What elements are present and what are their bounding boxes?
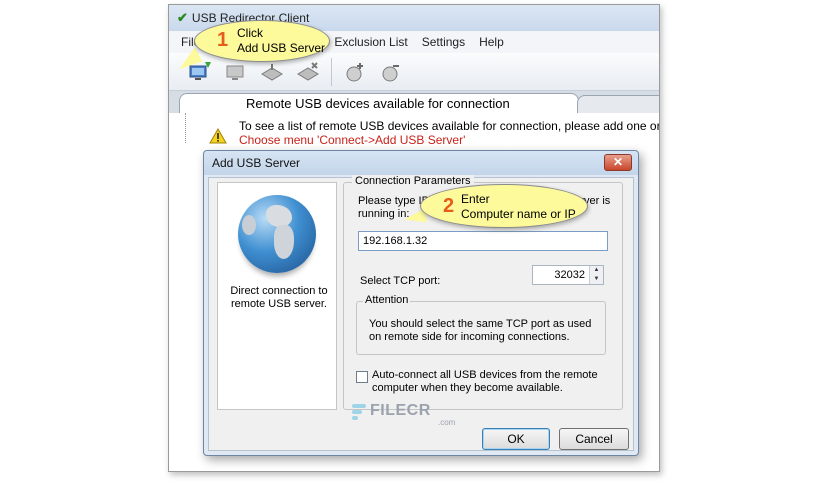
toolbar-separator <box>331 57 332 86</box>
disconnect-icon[interactable] <box>291 56 325 88</box>
step-number: 2 <box>443 195 455 217</box>
tcp-port-value: 32032 <box>554 269 585 281</box>
spin-up-icon[interactable]: ▲ <box>590 266 603 275</box>
checkmark-icon: ✔ <box>177 10 188 25</box>
autoconnect-label[interactable]: Auto-connect all USB devices from the re… <box>372 369 608 395</box>
close-button[interactable]: ✕ <box>604 154 632 171</box>
filecr-watermark: FILECR .com <box>352 402 462 427</box>
tcp-port-stepper[interactable]: 32032 ▲ ▼ <box>532 265 604 285</box>
attention-text: You should select the same TCP port as u… <box>369 318 592 343</box>
attention-group: Attention You should select the same TCP… <box>356 294 606 355</box>
remove-exclusion-icon[interactable] <box>374 56 408 88</box>
tcp-port-label: Select TCP port: <box>360 275 441 287</box>
add-exclusion-icon[interactable] <box>338 56 372 88</box>
attention-label: Attention <box>363 294 411 306</box>
info-panel: Direct connection to remote USB server. <box>217 182 337 410</box>
cancel-button[interactable]: Cancel <box>559 428 629 450</box>
menu-settings[interactable]: Settings <box>422 35 465 49</box>
tree-connector <box>185 113 186 143</box>
callout-line: Computer name or IP <box>461 207 576 221</box>
globe-icon <box>238 195 316 273</box>
callout-line: Enter <box>461 192 490 206</box>
autoconnect-checkbox[interactable] <box>356 371 368 383</box>
server-address-input[interactable] <box>358 231 608 251</box>
callout-step-2: 2 Enter Computer name or IP <box>420 184 588 228</box>
callout-line: Add USB Server <box>237 41 326 55</box>
watermark-brand: FILECR <box>370 402 431 419</box>
ok-button[interactable]: OK <box>482 428 550 450</box>
tab-remote-devices[interactable]: Remote USB devices available for connect… <box>179 93 579 113</box>
menu-help[interactable]: Help <box>479 35 504 49</box>
info-message: To see a list of remote USB devices avai… <box>239 119 660 133</box>
group-label: Connection Parameters <box>352 175 474 187</box>
hint-message: Choose menu 'Connect->Add USB Server' <box>239 133 466 147</box>
info-panel-text: Direct connection to remote USB server. <box>230 285 328 310</box>
menu-exclusion-list[interactable]: Exclusion List <box>334 35 407 49</box>
tab-secondary[interactable] <box>577 95 659 113</box>
callout-step-1: 1 Click Add USB Server <box>194 20 330 62</box>
spin-down-icon[interactable]: ▼ <box>590 275 603 284</box>
dialog-title: Add USB Server <box>204 151 638 175</box>
tabstrip: Remote USB devices available for connect… <box>169 91 659 113</box>
filecr-logo-icon <box>352 404 366 420</box>
warning-icon <box>209 128 227 144</box>
watermark-suffix: .com <box>438 418 456 427</box>
step-number: 1 <box>217 29 229 51</box>
callout-line: Click <box>237 26 263 40</box>
